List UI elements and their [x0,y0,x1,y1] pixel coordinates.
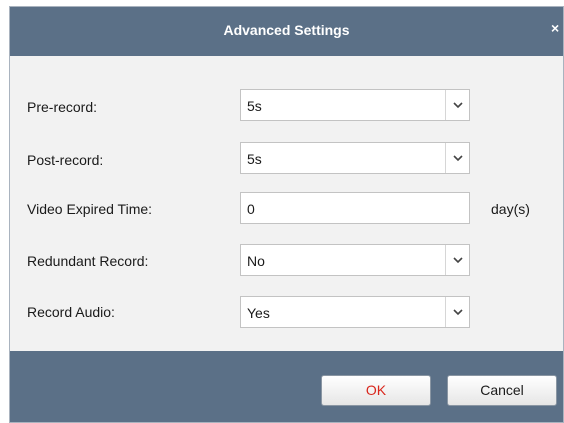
post-record-select[interactable]: 5s [240,142,470,174]
cancel-button[interactable]: Cancel [447,375,557,406]
chevron-down-icon[interactable] [445,143,469,173]
chevron-down-icon[interactable] [445,90,469,120]
days-unit-label: day(s) [491,201,530,217]
record-audio-select[interactable]: Yes [240,296,470,328]
redundant-record-value: No [247,253,265,269]
post-record-label: Post-record: [27,152,104,168]
video-expired-time-label: Video Expired Time: [27,201,153,217]
chevron-down-icon[interactable] [445,297,469,327]
advanced-settings-dialog: Advanced Settings × Pre-record: 5s Post-… [9,6,564,423]
video-expired-time-value: 0 [247,201,255,217]
ok-button[interactable]: OK [321,375,431,406]
close-icon[interactable]: × [551,20,563,36]
post-record-value: 5s [247,151,262,167]
pre-record-select[interactable]: 5s [240,89,470,121]
video-expired-time-input[interactable]: 0 [240,192,470,224]
title-bar: Advanced Settings × [10,7,563,56]
chevron-down-icon[interactable] [445,245,469,275]
pre-record-value: 5s [247,98,262,114]
pre-record-label: Pre-record: [27,99,98,115]
redundant-record-select[interactable]: No [240,244,470,276]
settings-form: Pre-record: 5s Post-record: 5s Video Exp… [10,56,563,351]
dialog-title: Advanced Settings [223,22,350,38]
dialog-footer: OK Cancel [10,351,563,422]
redundant-record-label: Redundant Record: [27,253,149,269]
record-audio-label: Record Audio: [27,304,115,320]
record-audio-value: Yes [247,305,270,321]
